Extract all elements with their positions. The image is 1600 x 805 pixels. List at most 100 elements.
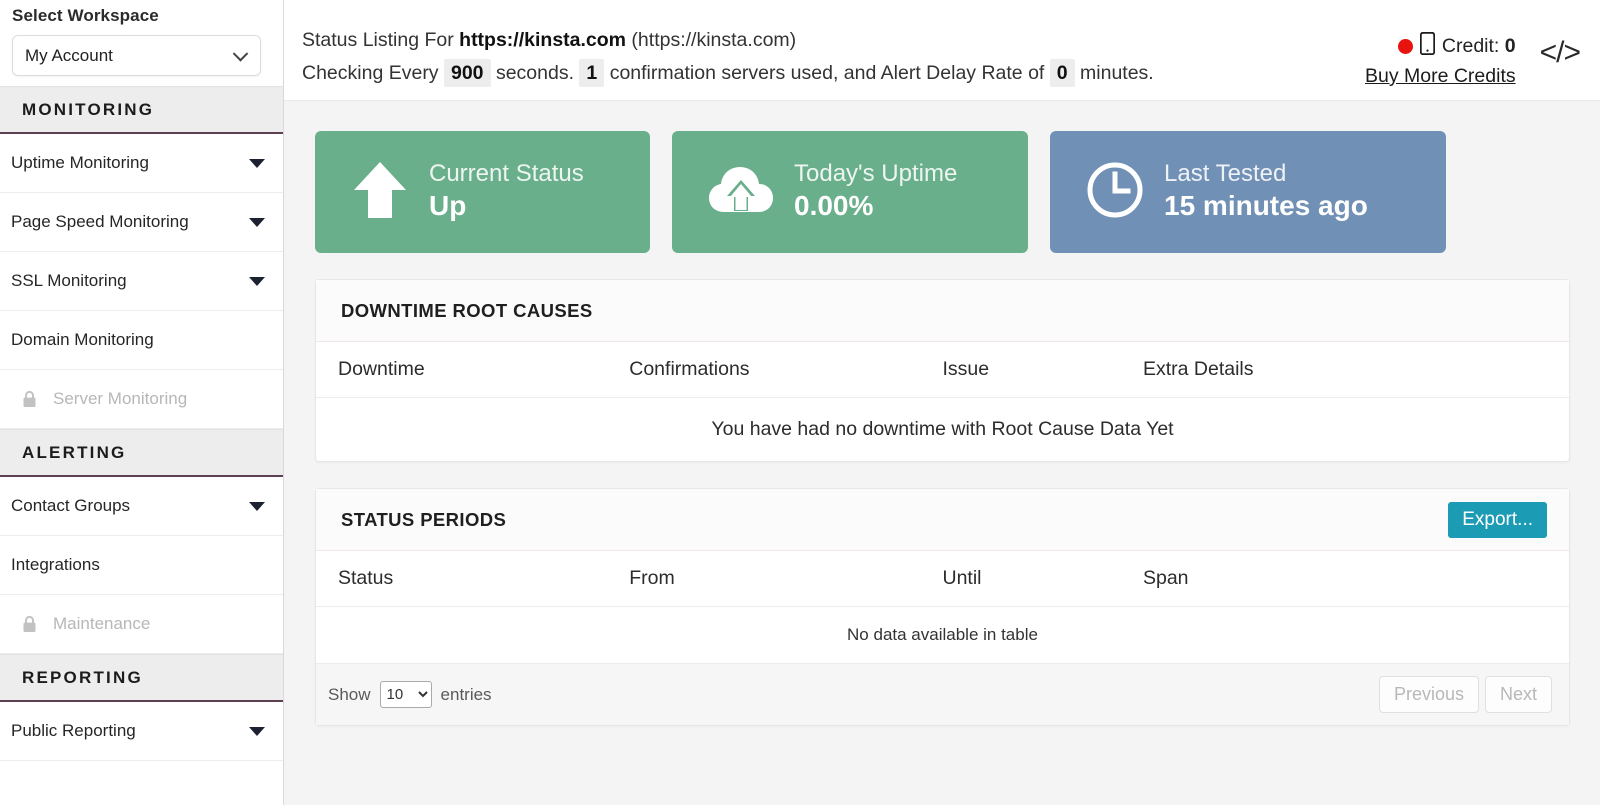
- table-header-row: StatusFromUntilSpan: [316, 551, 1569, 607]
- card-current-status-text: Current Status Up: [429, 160, 584, 225]
- cloud-upload-icon: [708, 164, 774, 221]
- sidebar-item-label: Uptime Monitoring: [11, 153, 249, 173]
- buy-more-credits-link[interactable]: Buy More Credits: [1365, 65, 1516, 88]
- root-causes-header: DOWNTIME ROOT CAUSES: [316, 280, 1569, 342]
- check-text-1: Checking Every: [302, 62, 444, 84]
- workspace-label: Select Workspace: [12, 6, 271, 26]
- credit-text: Credit: 0: [1442, 35, 1516, 58]
- sidebar-section-alerting: ALERTING: [0, 429, 283, 477]
- sidebar-item-label: Maintenance: [53, 614, 269, 634]
- header-status-text: Status Listing For https://kinsta.com (h…: [302, 22, 1154, 100]
- next-page-button[interactable]: Next: [1485, 676, 1552, 713]
- arrow-up-icon: [351, 159, 409, 226]
- mobile-phone-icon: [1420, 32, 1435, 60]
- root-causes-table: DowntimeConfirmationsIssueExtra Details …: [316, 342, 1569, 461]
- sidebar-item-label: Contact Groups: [11, 496, 249, 516]
- sidebar-item-label: Domain Monitoring: [11, 330, 269, 350]
- alert-delay-value: 0: [1050, 59, 1075, 87]
- check-text-2: seconds.: [491, 62, 580, 84]
- sidebar-nav: MONITORING Uptime Monitoring Page Speed Mo…: [0, 86, 283, 761]
- page-header: Status Listing For https://kinsta.com (h…: [284, 0, 1600, 101]
- sidebar-section-reporting: REPORTING: [0, 654, 283, 702]
- card-last-tested-text: Last Tested 15 minutes ago: [1164, 160, 1368, 225]
- column-header-until[interactable]: Until: [943, 551, 1143, 607]
- app-root: Select Workspace My Account MONITORING Up…: [0, 0, 1600, 805]
- column-header-downtime[interactable]: Downtime: [316, 342, 629, 398]
- chevron-down-icon[interactable]: [249, 218, 265, 227]
- sidebar-item-label: Integrations: [11, 555, 269, 575]
- sidebar-section-label: REPORTING: [22, 668, 143, 688]
- export-button[interactable]: Export...: [1448, 502, 1547, 538]
- confirmations-value: 1: [579, 59, 604, 87]
- embed-code-icon[interactable]: </>: [1540, 32, 1580, 68]
- stat-cards: Current Status Up Today's Uptime: [315, 131, 1567, 253]
- sidebar-item-integrations[interactable]: Integrations: [0, 536, 283, 595]
- workspace-select[interactable]: My Account: [12, 35, 261, 76]
- workspace-select-value: My Account: [25, 46, 113, 66]
- sidebar-item-server-monitoring: Server Monitoring: [0, 370, 283, 429]
- table-header-row: DowntimeConfirmationsIssueExtra Details: [316, 342, 1569, 398]
- card-title: Current Status: [429, 160, 584, 187]
- sidebar-item-public-reporting[interactable]: Public Reporting: [0, 702, 283, 761]
- sidebar-item-label: Public Reporting: [11, 721, 249, 741]
- table-footer: Show 102550100 entries Previous Next: [316, 663, 1569, 725]
- sidebar-item-ssl-monitoring[interactable]: SSL Monitoring: [0, 252, 283, 311]
- chevron-down-icon[interactable]: [249, 277, 265, 286]
- sidebar: Select Workspace My Account MONITORING Up…: [0, 0, 284, 805]
- header-right: Credit: 0 Buy More Credits </>: [1365, 22, 1580, 100]
- column-header-extra-details[interactable]: Extra Details: [1143, 342, 1569, 398]
- sidebar-section-label: MONITORING: [22, 100, 154, 120]
- card-last-tested[interactable]: Last Tested 15 minutes ago: [1050, 131, 1446, 253]
- previous-page-button[interactable]: Previous: [1379, 676, 1479, 713]
- card-current-status[interactable]: Current Status Up: [315, 131, 650, 253]
- credit-label: Credit:: [1442, 35, 1505, 57]
- column-header-from[interactable]: From: [629, 551, 942, 607]
- status-periods-panel: STATUS PERIODS Export... StatusFromUntil…: [315, 488, 1570, 726]
- check-text-3: confirmation servers used, and Alert Del…: [604, 62, 1049, 84]
- sidebar-item-label: Page Speed Monitoring: [11, 212, 249, 232]
- pagination: Previous Next: [1379, 676, 1552, 713]
- site-url: (https://kinsta.com): [626, 29, 796, 51]
- chevron-down-icon[interactable]: [249, 727, 265, 736]
- table-row: No data available in table: [316, 607, 1569, 664]
- sidebar-item-domain-monitoring[interactable]: Domain Monitoring: [0, 311, 283, 370]
- site-name: https://kinsta.com: [459, 29, 626, 51]
- sidebar-section-monitoring: MONITORING: [0, 86, 283, 134]
- status-periods-header: STATUS PERIODS Export...: [316, 489, 1569, 551]
- check-text-4: minutes.: [1075, 62, 1154, 84]
- sidebar-item-uptime-monitoring[interactable]: Uptime Monitoring: [0, 134, 283, 193]
- check-config-line: Checking Every 900 seconds. 1 confirmati…: [302, 55, 1154, 92]
- status-listing-line: Status Listing For https://kinsta.com (h…: [302, 25, 1154, 55]
- column-header-confirmations[interactable]: Confirmations: [629, 342, 942, 398]
- table-row: You have had no downtime with Root Cause…: [316, 398, 1569, 462]
- card-value: 0.00%: [794, 190, 873, 221]
- chevron-down-icon[interactable]: [249, 159, 265, 168]
- root-causes-title: DOWNTIME ROOT CAUSES: [341, 300, 593, 322]
- chevron-down-icon[interactable]: [249, 502, 265, 511]
- show-label: Show: [328, 685, 371, 705]
- card-title: Today's Uptime: [794, 160, 957, 187]
- sidebar-item-page-speed-monitoring[interactable]: Page Speed Monitoring: [0, 193, 283, 252]
- credit-row: Credit: 0: [1365, 32, 1516, 60]
- card-value: Up: [429, 190, 466, 221]
- status-periods-table: StatusFromUntilSpan No data available in…: [316, 551, 1569, 663]
- root-causes-empty-message: You have had no downtime with Root Cause…: [316, 398, 1569, 462]
- card-todays-uptime[interactable]: Today's Uptime 0.00%: [672, 131, 1028, 253]
- status-dot-icon: [1398, 39, 1413, 54]
- status-periods-empty-message: No data available in table: [316, 607, 1569, 664]
- column-header-status[interactable]: Status: [316, 551, 629, 607]
- lock-icon: [19, 615, 39, 633]
- column-header-issue[interactable]: Issue: [943, 342, 1143, 398]
- clock-icon: [1086, 161, 1144, 224]
- column-header-span[interactable]: Span: [1143, 551, 1569, 607]
- sidebar-item-label: Server Monitoring: [53, 389, 269, 409]
- content-area: Current Status Up Today's Uptime: [284, 101, 1600, 726]
- lock-icon: [19, 390, 39, 408]
- chevron-down-icon: [233, 46, 249, 62]
- status-periods-title: STATUS PERIODS: [341, 509, 506, 531]
- sidebar-item-contact-groups[interactable]: Contact Groups: [0, 477, 283, 536]
- main-content: Status Listing For https://kinsta.com (h…: [284, 0, 1600, 805]
- page-length-select[interactable]: 102550100: [380, 681, 432, 708]
- card-todays-uptime-text: Today's Uptime 0.00%: [794, 160, 957, 225]
- workspace-selector-block: Select Workspace My Account: [0, 0, 283, 86]
